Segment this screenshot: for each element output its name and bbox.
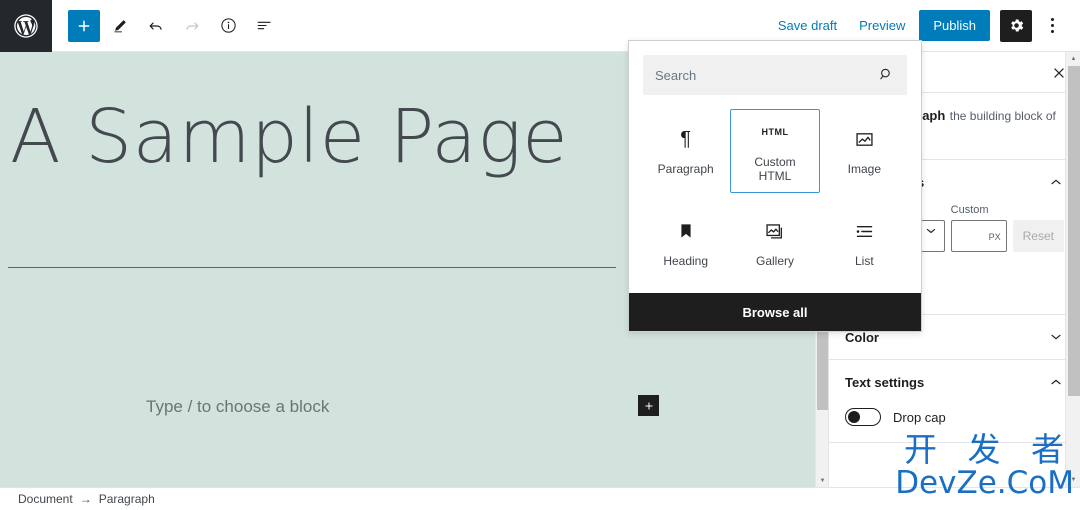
inline-block-inserter-button[interactable] bbox=[638, 395, 659, 416]
font-size-reset-button[interactable]: Reset bbox=[1013, 220, 1064, 252]
breadcrumb-paragraph[interactable]: Paragraph bbox=[99, 492, 155, 506]
html-icon: HTML bbox=[761, 119, 788, 145]
header-tool-group bbox=[52, 10, 280, 42]
redo-button[interactable] bbox=[176, 10, 208, 42]
panel-text-settings-body: Drop cap bbox=[829, 404, 1080, 442]
inserter-item-list[interactable]: List bbox=[820, 201, 909, 285]
details-button[interactable] bbox=[212, 10, 244, 42]
inserter-item-label: Heading bbox=[663, 254, 708, 268]
inserter-item-image[interactable]: Image bbox=[820, 109, 909, 193]
sidebar-scroll-down-icon[interactable]: ▼ bbox=[1066, 473, 1080, 487]
sidebar-scroll-thumb[interactable] bbox=[1068, 66, 1080, 396]
breadcrumb-separator-icon: → bbox=[80, 492, 92, 506]
inserter-item-paragraph[interactable]: ¶ Paragraph bbox=[641, 109, 730, 193]
image-icon bbox=[854, 126, 875, 152]
search-input[interactable] bbox=[643, 55, 907, 95]
block-navigation-button[interactable] bbox=[248, 10, 280, 42]
inserter-search-area bbox=[629, 41, 921, 101]
inserter-item-custom-html[interactable]: HTML Custom HTML bbox=[730, 109, 819, 193]
inserter-item-heading[interactable]: Heading bbox=[641, 201, 730, 285]
kebab-menu-icon[interactable] bbox=[1038, 10, 1066, 42]
block-placeholder-text[interactable]: Type / to choose a block bbox=[146, 397, 329, 417]
drop-cap-label: Drop cap bbox=[893, 410, 946, 425]
heading-bookmark-icon bbox=[676, 218, 696, 244]
list-icon bbox=[854, 218, 875, 244]
sidebar-scrollbar[interactable]: ▲ ▼ bbox=[1065, 52, 1080, 487]
inserter-item-label: List bbox=[855, 254, 874, 268]
block-inserter-popover: ¶ Paragraph HTML Custom HTML Image bbox=[628, 40, 922, 332]
inserter-item-label: Paragraph bbox=[658, 162, 714, 176]
undo-button[interactable] bbox=[140, 10, 172, 42]
drop-cap-toggle[interactable] bbox=[845, 408, 881, 426]
font-size-custom-label: Custom bbox=[951, 204, 1007, 216]
inserter-item-label: Image bbox=[848, 162, 881, 176]
browse-all-button[interactable]: Browse all bbox=[629, 293, 921, 331]
gallery-icon bbox=[764, 218, 785, 244]
header-actions: Save draft Preview Publish bbox=[770, 10, 1080, 42]
editor-footer: Document → Paragraph bbox=[0, 487, 1080, 510]
inserter-block-grid: ¶ Paragraph HTML Custom HTML Image bbox=[629, 101, 921, 293]
drop-cap-toggle-knob bbox=[848, 411, 860, 423]
chevron-down-icon[interactable] bbox=[1048, 329, 1064, 345]
inserter-item-label: Custom HTML bbox=[737, 155, 812, 183]
publish-button[interactable]: Publish bbox=[919, 10, 990, 41]
page-title[interactable]: A Sample Page bbox=[10, 100, 568, 174]
sidebar-scroll-up-icon[interactable]: ▲ bbox=[1066, 52, 1080, 66]
panel-text-settings-header[interactable]: Text settings bbox=[829, 360, 1080, 404]
inserter-item-label: Gallery bbox=[756, 254, 794, 268]
gear-icon[interactable] bbox=[1000, 10, 1032, 42]
chevron-up-icon[interactable] bbox=[1048, 174, 1064, 190]
drop-cap-row: Drop cap bbox=[845, 404, 1064, 426]
font-size-custom-input[interactable] bbox=[951, 220, 1007, 252]
save-draft-button[interactable]: Save draft bbox=[770, 12, 845, 39]
font-size-custom-field: Custom PX bbox=[951, 204, 1007, 252]
edit-mode-button[interactable] bbox=[104, 10, 136, 42]
breadcrumb-document[interactable]: Document bbox=[18, 492, 73, 506]
chevron-up-icon[interactable] bbox=[1048, 374, 1064, 390]
preview-button[interactable]: Preview bbox=[851, 12, 913, 39]
add-block-button[interactable] bbox=[68, 10, 100, 42]
inserter-item-gallery[interactable]: Gallery bbox=[730, 201, 819, 285]
search-icon bbox=[878, 66, 895, 88]
title-divider bbox=[8, 267, 616, 268]
wordpress-logo-icon[interactable] bbox=[0, 0, 52, 52]
panel-text-settings-title: Text settings bbox=[845, 375, 924, 390]
pilcrow-icon: ¶ bbox=[680, 126, 691, 152]
kebab-dots bbox=[1051, 18, 1054, 33]
wordpress-block-editor: Save draft Preview Publish A Sample Page… bbox=[0, 0, 1080, 510]
panel-text-settings: Text settings Drop cap bbox=[829, 360, 1080, 443]
